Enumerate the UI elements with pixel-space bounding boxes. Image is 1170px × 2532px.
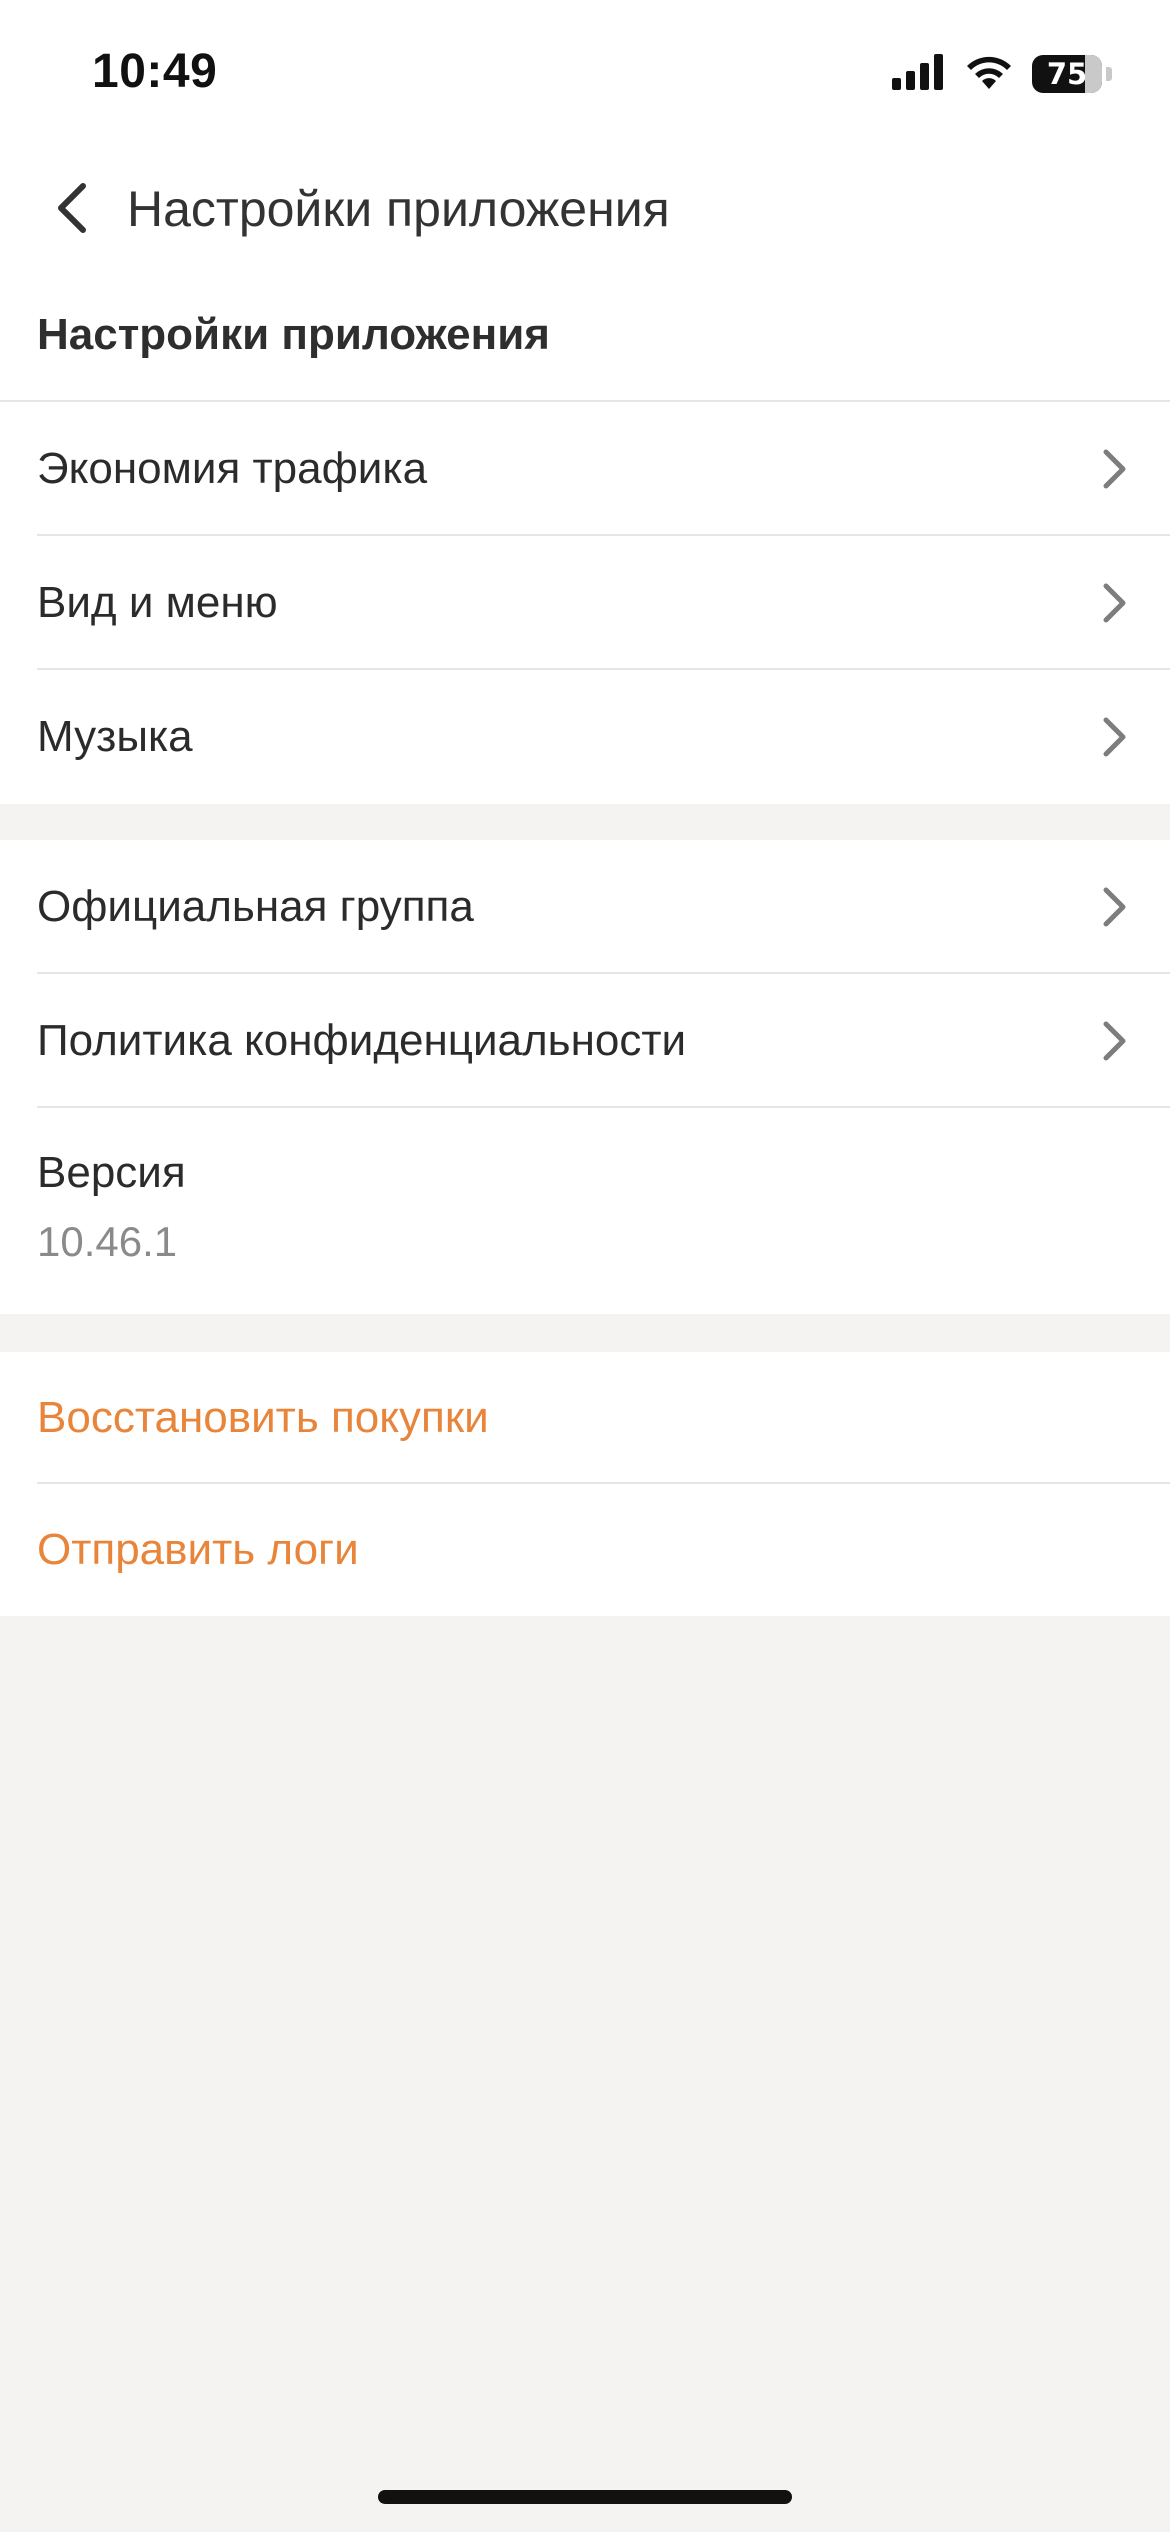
section-header: Настройки приложения <box>0 270 1170 402</box>
version-label: Версия <box>37 1148 186 1197</box>
battery-icon: 75 <box>1032 55 1102 93</box>
navbar: Настройки приложения <box>0 150 1170 270</box>
restore-purchases-label: Восстановить покупки <box>37 1393 489 1442</box>
chevron-right-icon <box>1098 447 1132 491</box>
send-logs-button[interactable]: Отправить логи <box>0 1484 1170 1616</box>
version-value: 10.46.1 <box>37 1218 178 1265</box>
battery-level: 75 <box>1046 57 1088 91</box>
back-button[interactable] <box>36 174 108 246</box>
settings-item-label: Музыка <box>37 712 193 761</box>
wifi-icon <box>964 53 1014 96</box>
send-logs-label: Отправить логи <box>37 1525 359 1574</box>
signal-icon <box>892 53 946 95</box>
settings-item-label: Вид и меню <box>37 578 278 627</box>
restore-purchases-button[interactable]: Восстановить покупки <box>0 1352 1170 1484</box>
settings-item-label: Экономия трафика <box>37 444 428 493</box>
battery-cap <box>1106 67 1112 81</box>
settings-item-view-and-menu[interactable]: Вид и меню <box>0 536 1170 670</box>
home-indicator[interactable] <box>378 2490 792 2504</box>
settings-item-traffic-saving[interactable]: Экономия трафика <box>0 402 1170 536</box>
settings-item-label: Официальная группа <box>37 882 474 931</box>
info-section: Официальная группа Политика конфиденциал… <box>0 840 1170 1314</box>
version-row: Версия 10.46.1 <box>0 1108 1170 1314</box>
settings-item-privacy-policy[interactable]: Политика конфиденциальности <box>0 974 1170 1108</box>
settings-section: Настройки приложения Экономия трафика Ви… <box>0 270 1170 804</box>
page-title: Настройки приложения <box>127 181 670 237</box>
chevron-left-icon <box>55 182 89 239</box>
actions-section: Восстановить покупки Отправить логи <box>0 1352 1170 1616</box>
status-icons: 75 <box>892 52 1112 96</box>
status-bar: 10:49 75 <box>0 0 1170 150</box>
chevron-right-icon <box>1098 1019 1132 1063</box>
chevron-right-icon <box>1098 581 1132 625</box>
status-time: 10:49 <box>92 45 218 98</box>
section-header-label: Настройки приложения <box>37 310 550 359</box>
chevron-right-icon <box>1098 715 1132 759</box>
settings-item-label: Политика конфиденциальности <box>37 1016 687 1065</box>
settings-item-music[interactable]: Музыка <box>0 670 1170 804</box>
settings-item-official-group[interactable]: Официальная группа <box>0 840 1170 974</box>
chevron-right-icon <box>1098 885 1132 929</box>
